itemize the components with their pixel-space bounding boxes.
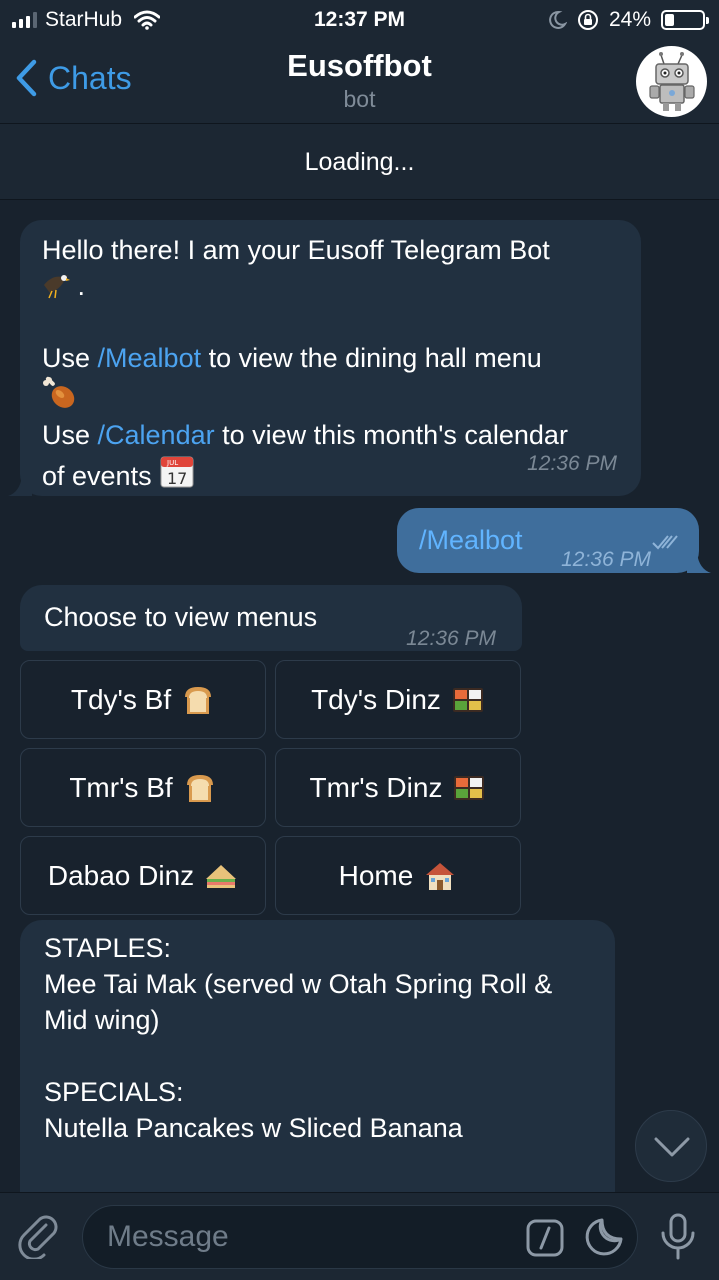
dabao-dinner-button[interactable]: Dabao Dinz [20, 836, 266, 915]
todays-dinner-button[interactable]: Tdy's Dinz [275, 660, 521, 739]
status-bar: StarHub 12:37 PM 24% [0, 0, 719, 40]
input-bar [0, 1192, 719, 1280]
bot-command-icon[interactable] [526, 1219, 564, 1257]
svg-text:17: 17 [167, 469, 187, 488]
sticker-icon[interactable] [584, 1217, 624, 1257]
microphone-icon[interactable] [658, 1213, 698, 1261]
staples-heading: STAPLES: [44, 933, 172, 963]
button-label: Tdy's Dinz [311, 683, 441, 715]
sandwich-icon [206, 864, 237, 888]
message-text: Choose to view menus [44, 602, 318, 632]
button-label: Tmr's Dinz [309, 771, 443, 803]
bread-icon [185, 686, 212, 714]
calendar-command-link[interactable]: /Calendar [98, 420, 215, 450]
todays-breakfast-button[interactable]: Tdy's Bf [20, 660, 266, 739]
use-text: Use [42, 343, 98, 373]
status-right: 24% [547, 8, 709, 32]
home-button[interactable]: Home [275, 836, 521, 915]
specials-item: Nutella Pancakes w Sliced Banana [44, 1113, 463, 1143]
chat-subtitle: bot [343, 86, 376, 112]
bread-icon [186, 774, 213, 802]
eagle-icon [44, 275, 70, 299]
scroll-down-button[interactable] [635, 1110, 707, 1182]
use-text: Use [42, 420, 98, 450]
mealbot-description: to view the dining hall menu [201, 343, 542, 373]
chat-area[interactable]: Hello there! I am your Eusoff Telegram B… [0, 200, 719, 1192]
staples-item-cont: Mid wing) [44, 1005, 160, 1035]
mealbot-command-link[interactable]: /Mealbot [98, 343, 202, 373]
bubble-tail [8, 476, 32, 496]
bento-icon [452, 687, 483, 712]
message-time: 12:36 PM [527, 452, 617, 475]
staples-item: Mee Tai Mak (served w Otah Spring Roll & [44, 969, 553, 999]
drumstick-icon [43, 376, 75, 408]
bot-avatar[interactable] [636, 46, 707, 117]
paperclip-icon[interactable] [16, 1213, 62, 1259]
chevron-down-icon [654, 1137, 690, 1157]
bento-icon [454, 775, 485, 800]
nav-bar: Chats Eusoffbot bot [0, 40, 719, 124]
message-line [42, 376, 619, 417]
message-time: 12:36 PM [561, 548, 651, 571]
battery-icon [661, 10, 709, 30]
menu-message[interactable]: STAPLES: Mee Tai Mak (served w Otah Spri… [20, 920, 615, 1192]
svg-text:JUL: JUL [166, 459, 178, 467]
button-label: Tmr's Bf [69, 771, 173, 803]
events-text: of events [42, 461, 152, 491]
incoming-message[interactable]: Choose to view menus 12:36 PM [20, 585, 522, 651]
rotation-lock-icon [577, 10, 598, 30]
mealbot-command-text[interactable]: /Mealbot [419, 525, 523, 555]
message-line: Hello there! I am your Eusoff Telegram B… [42, 232, 619, 268]
outgoing-message[interactable]: /Mealbot 12:36 PM [397, 508, 711, 573]
moon-icon [549, 10, 567, 29]
calendar-description: to view this month's calendar [214, 420, 568, 450]
incoming-message[interactable]: Hello there! I am your Eusoff Telegram B… [8, 220, 641, 496]
double-check-icon [652, 535, 678, 550]
tomorrows-dinner-button[interactable]: Tmr's Dinz [275, 748, 521, 827]
greeting-text: Hello there! I am your Eusoff Telegram B… [42, 235, 550, 265]
button-label: Home [338, 859, 414, 891]
button-label: Tdy's Bf [70, 683, 172, 715]
tomorrows-breakfast-button[interactable]: Tmr's Bf [20, 748, 266, 827]
chat-title: Eusoffbot [287, 48, 432, 83]
message-line: Use /Mealbot to view the dining hall men… [42, 340, 619, 376]
house-icon [426, 862, 455, 890]
robot-icon [649, 52, 695, 111]
specials-heading: SPECIALS: [44, 1077, 184, 1107]
loading-indicator: Loading... [0, 124, 719, 200]
button-label: Dabao Dinz [47, 859, 195, 891]
period-text: . [77, 271, 86, 301]
message-line: . [42, 268, 619, 304]
battery-percent: 24% [608, 8, 651, 31]
bubble-tail [687, 553, 711, 573]
calendar-icon: JUL 17 [160, 456, 194, 488]
